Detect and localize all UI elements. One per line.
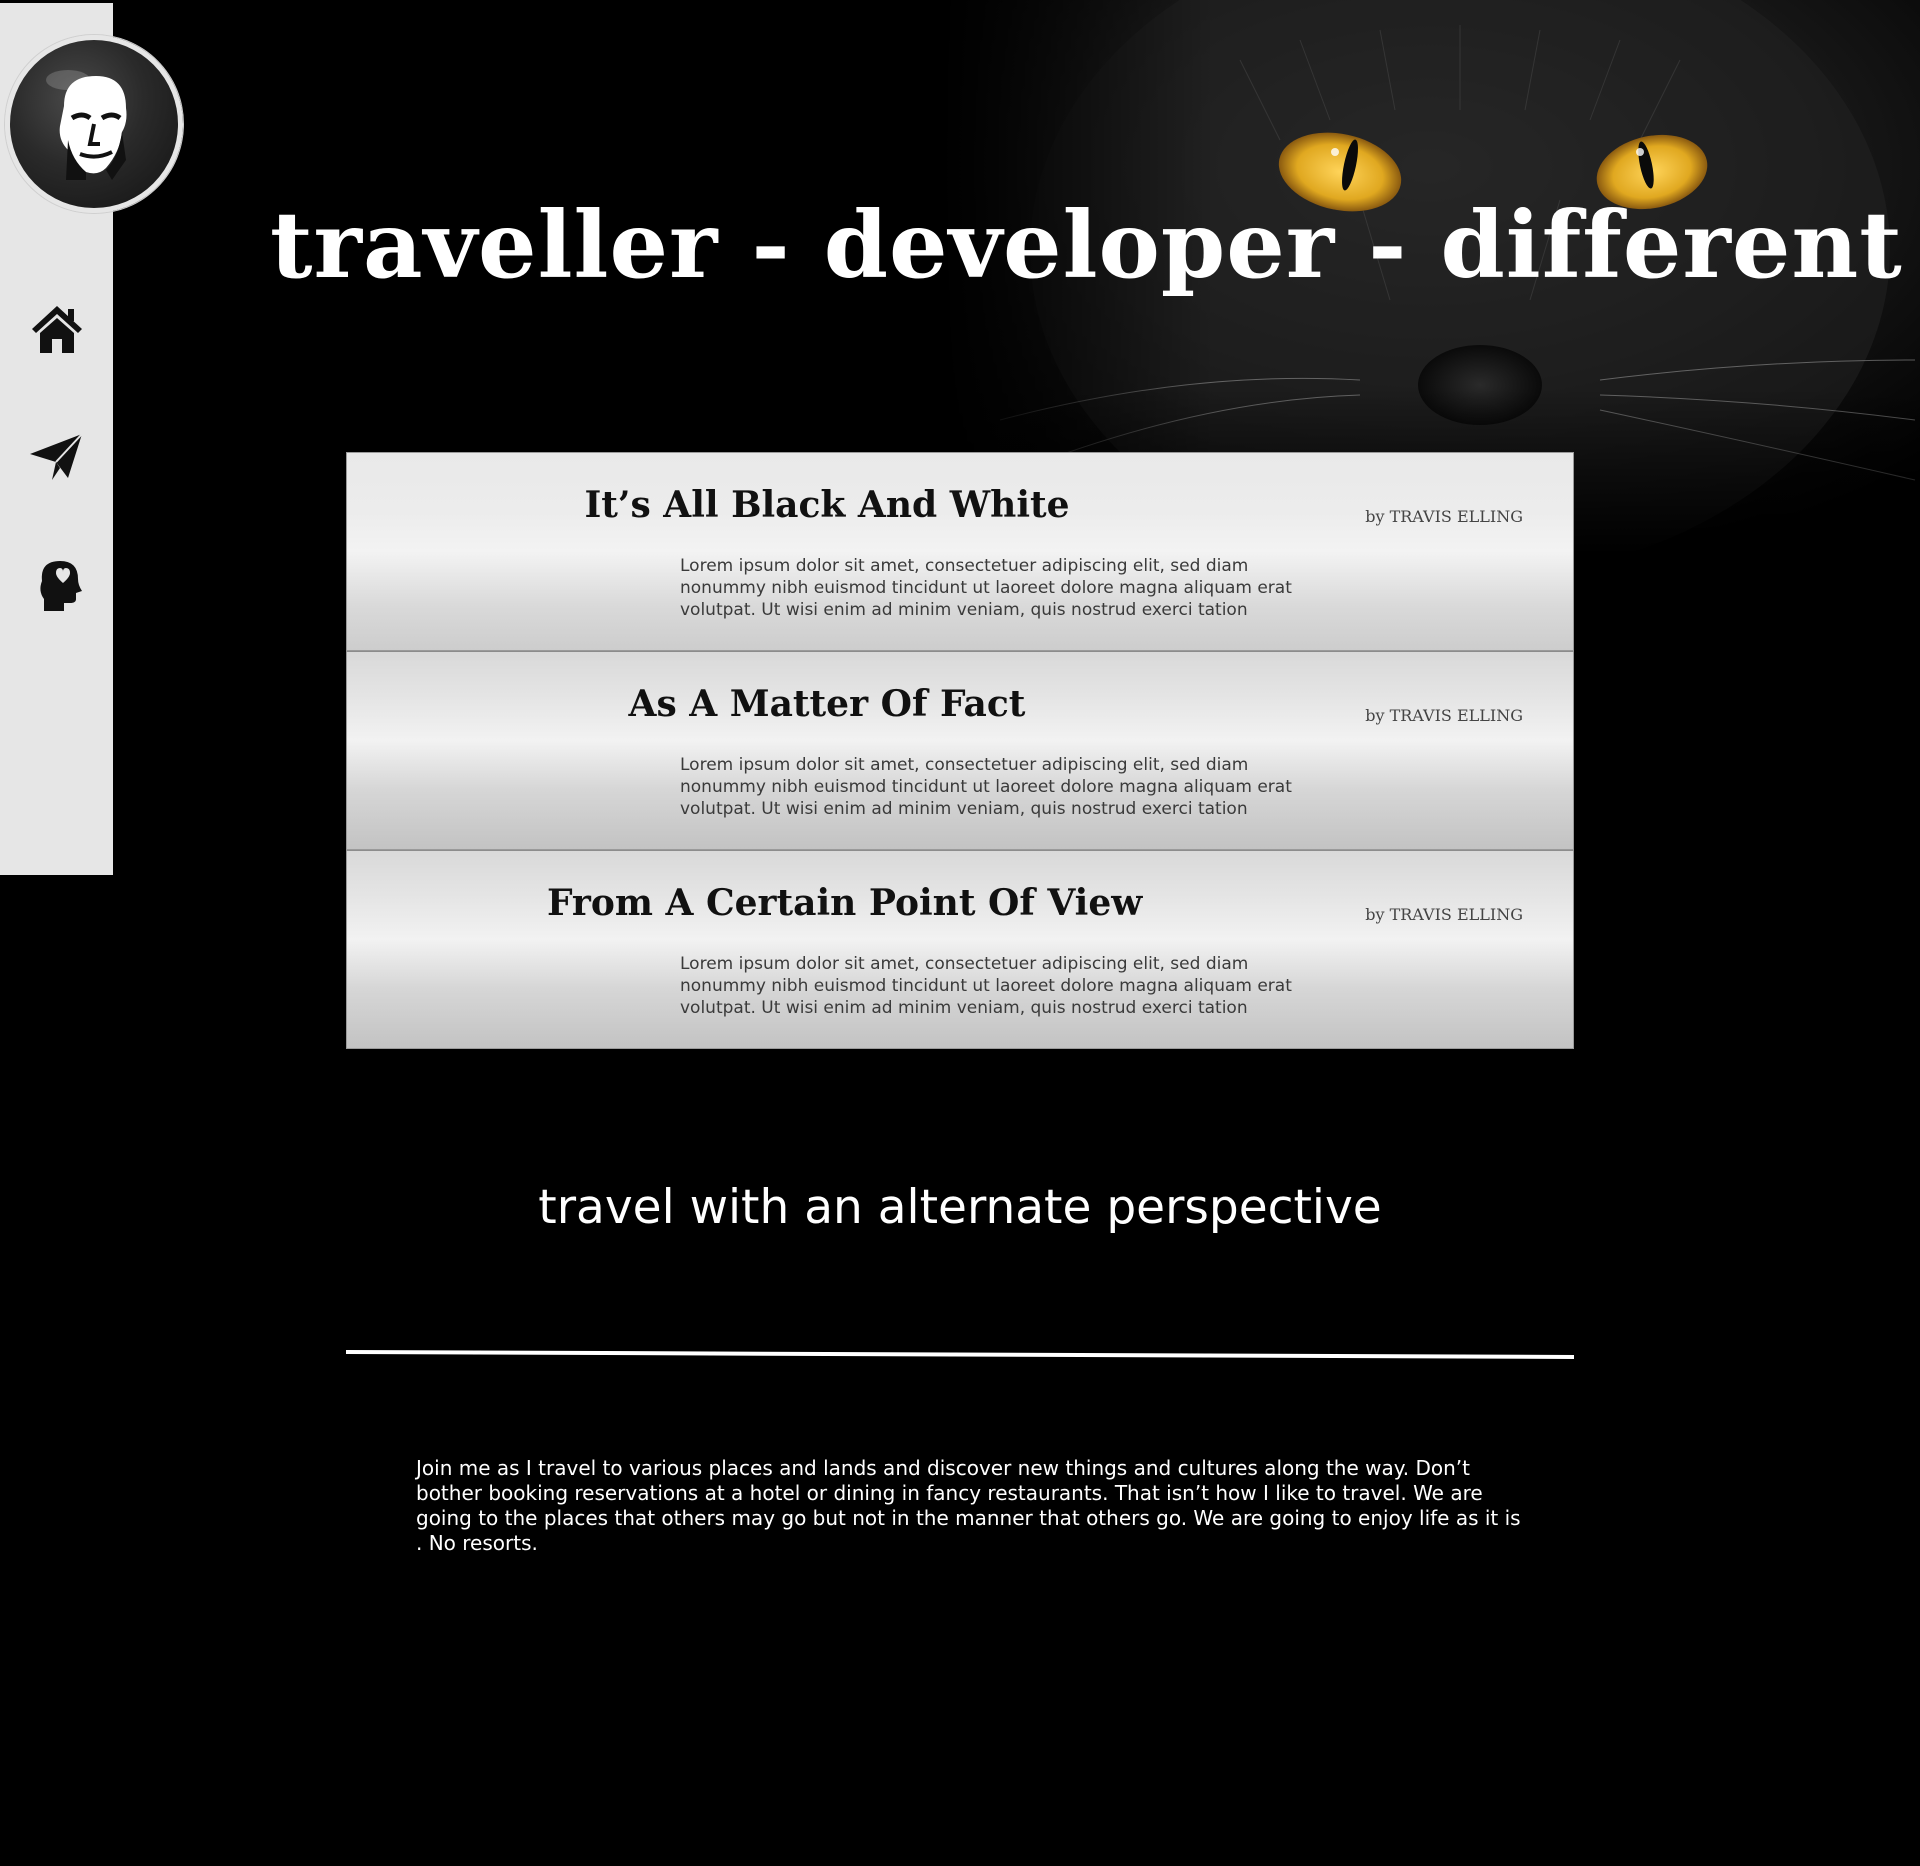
sidebar-item-about[interactable] — [28, 555, 86, 613]
paper-plane-icon — [30, 433, 83, 480]
sidebar — [0, 3, 183, 875]
article-title[interactable]: It’s All Black And White — [547, 483, 1107, 527]
article-title[interactable]: From A Certain Point Of View — [547, 881, 1142, 925]
avatar[interactable] — [5, 35, 183, 213]
article-author: by TRAVIS ELLING — [1365, 905, 1523, 924]
article-author: by TRAVIS ELLING — [1365, 507, 1523, 526]
divider — [346, 1346, 1574, 1360]
article-title[interactable]: As A Matter Of Fact — [547, 682, 1107, 726]
sidebar-item-home[interactable] — [28, 301, 86, 359]
article-excerpt: Lorem ipsum dolor sit amet, consectetuer… — [680, 755, 1292, 819]
article-author: by TRAVIS ELLING — [1365, 706, 1523, 725]
intro-paragraph: Join me as I travel to various places an… — [416, 1456, 1521, 1555]
article-card[interactable]: It’s All Black And White by TRAVIS ELLIN… — [346, 452, 1574, 651]
article-excerpt: Lorem ipsum dolor sit amet, consectetuer… — [680, 954, 1292, 1018]
hero-title: traveller - developer - different — [270, 191, 1903, 299]
article-card[interactable]: From A Certain Point Of View by TRAVIS E… — [346, 850, 1574, 1049]
tagline: travel with an alternate perspective — [538, 1180, 1382, 1235]
home-icon — [32, 306, 82, 353]
head-heart-icon — [40, 561, 82, 611]
article-card[interactable]: As A Matter Of Fact by TRAVIS ELLING Lor… — [346, 651, 1574, 850]
article-excerpt: Lorem ipsum dolor sit amet, consectetuer… — [680, 556, 1292, 620]
bald-man-icon — [46, 70, 127, 180]
sidebar-item-travel[interactable] — [28, 428, 86, 486]
article-list: It’s All Black And White by TRAVIS ELLIN… — [346, 452, 1574, 1049]
